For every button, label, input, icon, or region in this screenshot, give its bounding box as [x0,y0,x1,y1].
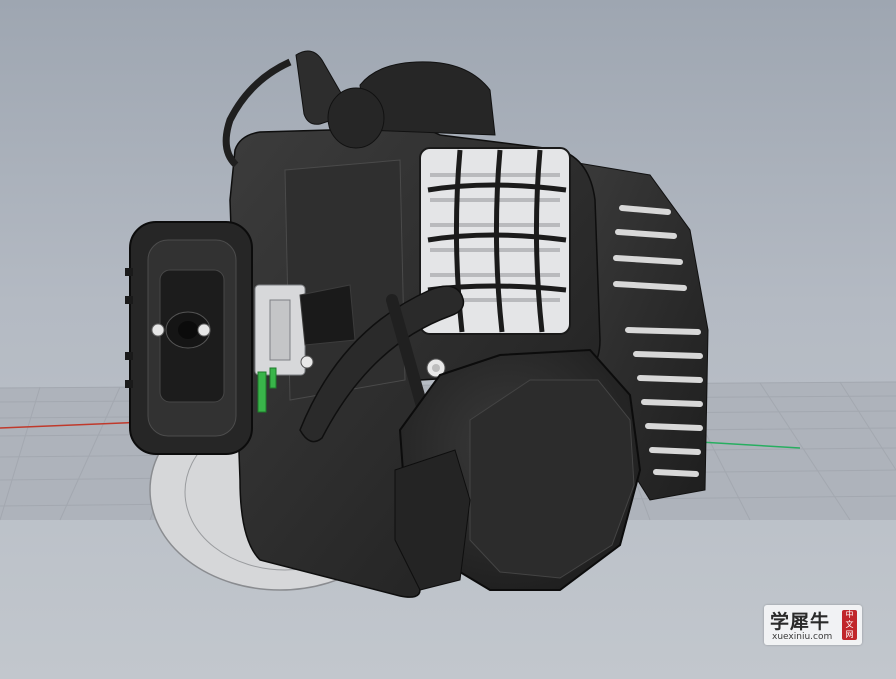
viewport-scene [0,50,896,598]
watermark-site-url: xuexiniu.com [772,632,833,642]
watermark-stamp: 中 文 网 [842,610,857,640]
site-watermark: 学犀牛 xuexiniu.com 中 文 网 [764,605,862,645]
recoil-starter-cap [394,348,642,591]
air-filter-cover [125,221,253,455]
stamp-char: 网 [845,630,854,639]
watermark-logo-text: 学犀牛 [770,611,831,633]
stamp-char: 文 [845,620,854,629]
3d-viewport[interactable]: 学犀牛 xuexiniu.com 中 文 网 [0,0,896,679]
stamp-char: 中 [845,610,854,619]
